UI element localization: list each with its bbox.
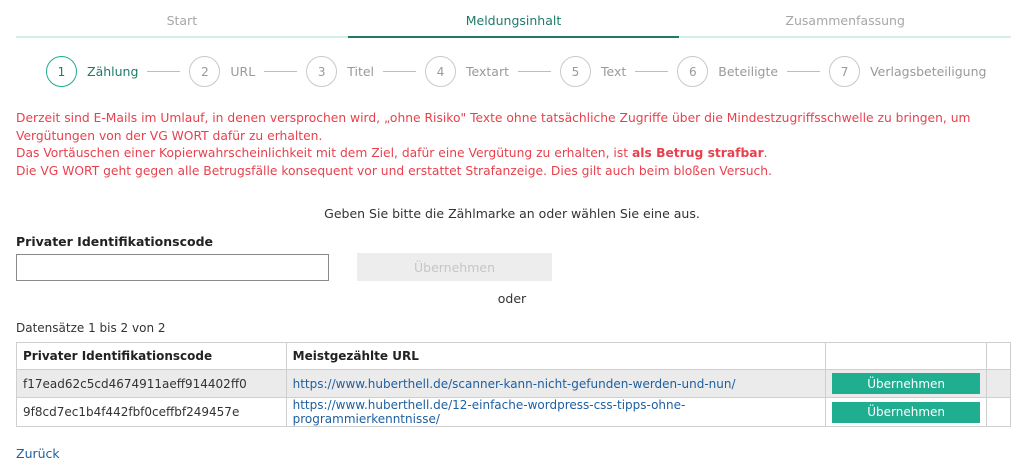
step-zaehlung[interactable]: 1 Zählung — [46, 56, 138, 87]
step-label: Verlagsbeteiligung — [870, 64, 987, 79]
code-input[interactable] — [16, 254, 329, 281]
step-titel[interactable]: 3 Titel — [306, 56, 374, 87]
wizard-tabs: Start Meldungsinhalt Zusammenfassung — [16, 0, 1012, 38]
table-row: f17ead62c5cd4674911aeff914402ff0 https:/… — [16, 369, 1011, 398]
warning-line-2: Das Vortäuschen einer Kopierwahrscheinli… — [16, 145, 1008, 163]
warning-line-3: Die VG WORT geht gegen alle Betrugsfälle… — [16, 163, 773, 178]
step-connector — [147, 71, 181, 72]
step-number: 5 — [560, 56, 591, 87]
warning-emphasis: als Betrug strafbar — [631, 146, 764, 160]
cell-code: f17ead62c5cd4674911aeff914402ff0 — [16, 369, 287, 398]
column-header-action — [825, 342, 988, 370]
step-label: URL — [230, 64, 256, 79]
tab-zusammenfassung[interactable]: Zusammenfassung — [679, 0, 1012, 38]
cell-code: 9f8cd7ec1b4f442fbf0ceffbf249457e — [16, 397, 287, 427]
warning-line-2-end: . — [763, 146, 768, 160]
step-label: Textart — [466, 64, 509, 79]
step-textart[interactable]: 4 Textart — [425, 56, 509, 87]
apply-code-button[interactable]: Übernehmen — [357, 253, 552, 281]
back-link[interactable]: Zurück — [16, 446, 60, 461]
step-number: 1 — [46, 56, 77, 87]
step-url[interactable]: 2 URL — [189, 56, 255, 87]
step-number: 3 — [306, 56, 338, 87]
step-connector — [264, 71, 298, 72]
fraud-warning: Derzeit sind E-Mails im Umlauf, in denen… — [16, 110, 1008, 180]
table-row: 9f8cd7ec1b4f442fbf0ceffbf249457e https:/… — [16, 397, 1011, 427]
step-connector — [383, 71, 417, 72]
step-connector — [518, 71, 551, 72]
column-header-extra — [986, 342, 1011, 370]
code-field-label: Privater Identifikationscode — [16, 234, 214, 249]
table-header-row: Privater Identifikationscode Meistgezähl… — [16, 342, 1011, 370]
url-link[interactable]: https://www.huberthell.de/12-einfache-wo… — [293, 398, 686, 426]
step-number: 7 — [829, 56, 861, 87]
step-connector — [787, 71, 821, 72]
or-separator: oder — [497, 291, 527, 306]
step-number: 4 — [425, 56, 457, 87]
warning-line-2-text: Das Vortäuschen einer Kopierwahrscheinli… — [16, 146, 632, 160]
warning-line-1: Derzeit sind E-Mails im Umlauf, in denen… — [16, 111, 971, 143]
step-progress: 1 Zählung 2 URL 3 Titel 4 Textart 5 Text… — [46, 56, 986, 87]
step-text[interactable]: 5 Text — [560, 56, 626, 87]
cell-action: Übernehmen — [825, 397, 988, 427]
step-number: 6 — [677, 56, 709, 87]
column-header-code: Privater Identifikationscode — [16, 342, 287, 370]
step-beteiligte[interactable]: 6 Beteiligte — [677, 56, 778, 87]
cell-action: Übernehmen — [825, 369, 988, 398]
step-label: Beteiligte — [718, 64, 779, 79]
records-info: Datensätze 1 bis 2 von 2 — [16, 321, 166, 335]
cell-extra — [986, 369, 1011, 398]
column-header-url: Meistgezählte URL — [285, 342, 827, 370]
tab-start[interactable]: Start — [16, 0, 348, 38]
step-label: Zählung — [87, 64, 139, 79]
step-number: 2 — [189, 56, 221, 87]
instruction-text: Geben Sie bitte die Zählmarke an oder wä… — [324, 206, 700, 221]
code-table: Privater Identifikationscode Meistgezähl… — [16, 342, 1011, 427]
step-label: Text — [601, 64, 627, 79]
step-verlagsbeteiligung[interactable]: 7 Verlagsbeteiligung — [829, 56, 986, 87]
tab-meldungsinhalt[interactable]: Meldungsinhalt — [347, 0, 680, 38]
cell-extra — [986, 397, 1011, 427]
step-label: Titel — [347, 64, 375, 79]
url-link[interactable]: https://www.huberthell.de/scanner-kann-n… — [293, 377, 736, 391]
apply-row-button[interactable]: Übernehmen — [832, 401, 981, 423]
apply-row-button[interactable]: Übernehmen — [832, 373, 981, 394]
cell-url: https://www.huberthell.de/scanner-kann-n… — [285, 369, 827, 398]
cell-url: https://www.huberthell.de/12-einfache-wo… — [285, 397, 827, 427]
step-connector — [635, 71, 669, 72]
